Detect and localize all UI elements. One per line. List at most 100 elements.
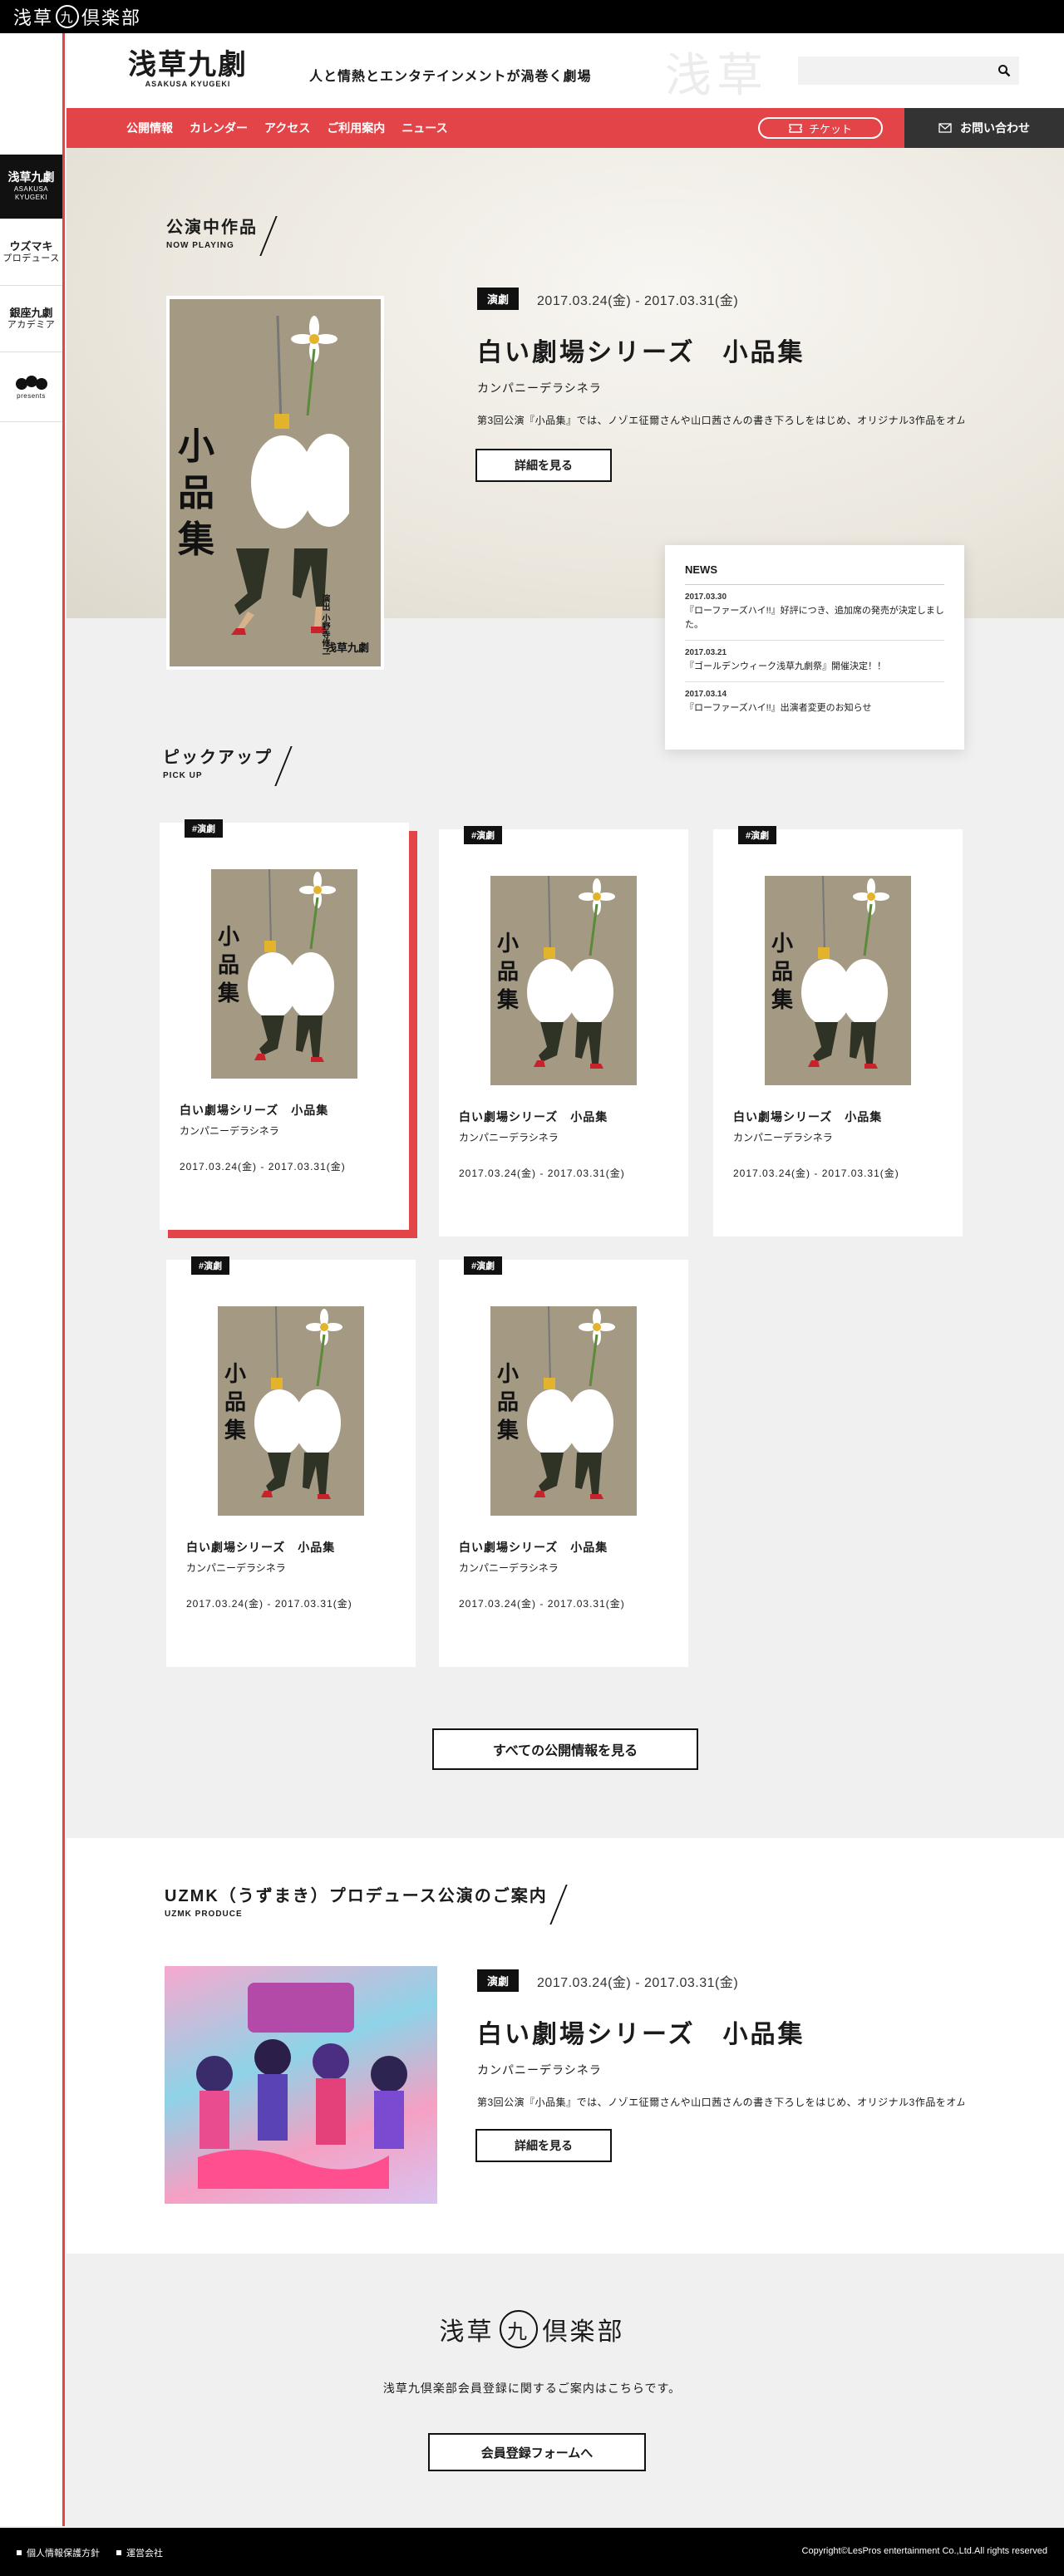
header-deco-text: 浅草 xyxy=(665,49,768,103)
rail-item-label: 浅草九劇 xyxy=(7,170,55,184)
poster-director: 演出 小野寺修二 xyxy=(320,593,329,655)
rail-item-sub: ASAKUSA KYUGEKI xyxy=(13,185,49,202)
uzmk-detail-button[interactable]: 詳細を見る xyxy=(475,2129,612,2162)
card-date: 2017.03.24(金) - 2017.03.31(金) xyxy=(186,1598,352,1610)
svg-text:小: 小 xyxy=(497,1362,519,1387)
svg-text:集: 集 xyxy=(496,1418,520,1443)
register-button[interactable]: 会員登録フォームへ xyxy=(428,2433,646,2471)
detail-button[interactable]: 詳細を見る xyxy=(475,449,612,482)
rail-item-uzumaki[interactable]: ウズマキ プロデュース xyxy=(0,219,62,286)
main-nav: 公開情報 カレンダー アクセス ご利用案内 ニュース チケット xyxy=(66,108,904,148)
rail-item-wonder[interactable]: presents xyxy=(0,352,62,422)
card-poster: 小品集 xyxy=(218,1306,364,1516)
poster-credit: 浅草九劇 xyxy=(325,642,369,655)
card-date: 2017.03.24(金) - 2017.03.31(金) xyxy=(459,1598,625,1610)
brand-logo[interactable]: 浅草九劇 ASAKUSA KYUGEKI xyxy=(128,50,248,88)
section-title-en: UZMK PRODUCE xyxy=(165,1910,243,1919)
pickup-card[interactable]: #演劇小品集白い劇場シリーズ 小品集 カンパニーデラシネラ 2017.03.24(金… xyxy=(439,1256,688,1667)
section-title-en: PICK UP xyxy=(163,771,203,780)
tagline: 人と情熱とエンタテインメントが渦巻く劇場 xyxy=(309,70,592,84)
news-text: 『ゴールデンウィーク浅草九劇祭』開催決定！！ xyxy=(685,661,886,671)
nav-item-calendar[interactable]: カレンダー xyxy=(190,120,248,136)
now-playing-poster[interactable]: 小品集 浅草九劇 演出 小野寺修二 xyxy=(166,296,384,670)
svg-text:小: 小 xyxy=(497,932,519,956)
card-date: 2017.03.24(金) - 2017.03.31(金) xyxy=(180,1161,346,1172)
section-title: 公演中作品 xyxy=(166,219,258,237)
search-box xyxy=(798,57,1019,85)
card-company: カンパニーデラシネラ xyxy=(180,1125,279,1137)
rail-item-sub: presents xyxy=(17,391,46,400)
site-header: 浅草九劇 ASAKUSA KYUGEKI 人と情熱とエンタテインメントが渦巻く劇… xyxy=(66,33,1064,108)
card-company: カンパニーデラシネラ xyxy=(733,1132,833,1143)
svg-text:集: 集 xyxy=(224,1418,247,1443)
news-item[interactable]: 2017.03.14 『ローファーズハイ!!』出演者変更のお知らせ xyxy=(685,682,944,723)
company-link[interactable]: 運営会社 xyxy=(116,2546,163,2559)
svg-text:小: 小 xyxy=(771,932,793,956)
card-tag: #演劇 xyxy=(464,826,503,844)
contact-button[interactable]: お問い合わせ xyxy=(904,108,1064,148)
card-tag: #演劇 xyxy=(738,826,777,844)
company-label: 運営会社 xyxy=(126,2549,163,2559)
show-title: 白い劇場シリーズ 小品集 xyxy=(477,339,805,366)
contact-label: お問い合わせ xyxy=(960,121,1030,135)
brand-name: 浅草九劇 xyxy=(128,48,248,81)
card-company: カンパニーデラシネラ xyxy=(459,1562,559,1574)
legs-art xyxy=(219,548,352,640)
svg-text:品: 品 xyxy=(224,1390,246,1415)
search-button[interactable] xyxy=(989,57,1019,85)
card-tag: #演劇 xyxy=(191,1256,230,1275)
svg-text:品: 品 xyxy=(218,953,239,978)
uzmk-poster-art xyxy=(196,1983,407,2189)
nav-item-news[interactable]: ニュース xyxy=(401,120,447,136)
top-bar: 浅草 九 倶楽部 xyxy=(0,0,1064,33)
rail-item-ginza[interactable]: 銀座九劇 アカデミア xyxy=(0,286,62,352)
daisy-art xyxy=(249,315,357,528)
now-playing-heading: 公演中作品 NOW PLAYING xyxy=(166,216,278,256)
rail-item-label: 銀座九劇 xyxy=(9,306,53,319)
uzmk-poster[interactable] xyxy=(165,1966,437,2204)
pickup-card[interactable]: #演劇小品集白い劇場シリーズ 小品集 カンパニーデラシネラ 2017.03.24(金… xyxy=(160,819,409,1230)
show-description: 第3回公演『小品集』では、ノゾエ征爾さんや山口茜さんの書き下ろしをはじめ、オリジ… xyxy=(477,415,964,426)
news-date: 2017.03.21 xyxy=(685,648,727,657)
show-date: 2017.03.24(金) - 2017.03.31(金) xyxy=(537,1975,739,1990)
news-item[interactable]: 2017.03.21 『ゴールデンウィーク浅草九劇祭』開催決定！！ xyxy=(685,641,944,682)
pickup-card[interactable]: #演劇小品集白い劇場シリーズ 小品集 カンパニーデラシネラ 2017.03.24(金… xyxy=(166,1256,416,1667)
news-heading: NEWS xyxy=(685,563,944,585)
search-input[interactable] xyxy=(798,57,981,85)
news-text: 『ローファーズハイ!!』出演者変更のお知らせ xyxy=(685,703,872,713)
card-tag: #演劇 xyxy=(464,1256,503,1275)
pickup-card[interactable]: #演劇小品集白い劇場シリーズ 小品集 カンパニーデラシネラ 2017.03.24(金… xyxy=(713,826,963,1236)
news-date: 2017.03.14 xyxy=(685,690,727,699)
nav-item-info[interactable]: 公開情報 xyxy=(126,120,173,136)
show-description: 第3回公演『小品集』では、ノゾエ征爾さんや山口茜さんの書き下ろしをはじめ、オリジ… xyxy=(477,2097,964,2108)
club-logo: 浅草 九 倶楽部 xyxy=(0,2310,1064,2348)
nav-item-guide[interactable]: ご利用案内 xyxy=(327,120,385,136)
ticket-button[interactable]: チケット xyxy=(758,117,883,139)
news-text: 『ローファーズハイ!!』好評につき、追加席の発売が決定しました。 xyxy=(685,606,944,630)
club-logo-right: 倶楽部 xyxy=(542,2318,625,2347)
ticket-label: チケット xyxy=(808,122,852,135)
card-title: 白い劇場シリーズ 小品集 xyxy=(459,1110,608,1123)
all-info-button[interactable]: すべての公開情報を見る xyxy=(432,1728,698,1770)
brand-name-en: ASAKUSA KYUGEKI xyxy=(145,80,231,88)
svg-text:集: 集 xyxy=(771,987,794,1013)
card-company: カンパニーデラシネラ xyxy=(459,1132,559,1143)
pickup-heading: ピックアップ PICK UP xyxy=(163,746,293,786)
card-date: 2017.03.24(金) - 2017.03.31(金) xyxy=(733,1168,899,1179)
pickup-card[interactable]: #演劇小品集白い劇場シリーズ 小品集 カンパニーデラシネラ 2017.03.24(金… xyxy=(439,826,688,1236)
ticket-icon xyxy=(789,124,802,133)
show-date: 2017.03.24(金) - 2017.03.31(金) xyxy=(537,293,739,308)
svg-text:集: 集 xyxy=(496,987,520,1013)
card-title: 白い劇場シリーズ 小品集 xyxy=(180,1104,329,1117)
svg-text:小: 小 xyxy=(224,1362,246,1387)
card-poster: 小品集 xyxy=(211,869,357,1079)
svg-text:品: 品 xyxy=(771,960,793,985)
rail-item-asakusa[interactable]: 浅草九劇 ASAKUSA KYUGEKI xyxy=(0,155,62,219)
club-logo-link[interactable]: 浅草 九 倶楽部 xyxy=(13,3,141,30)
nav-item-access[interactable]: アクセス xyxy=(264,120,310,136)
card-title: 白い劇場シリーズ 小品集 xyxy=(186,1541,336,1554)
club-logo-circle: 九 xyxy=(56,5,80,28)
privacy-link[interactable]: 個人情報保護方針 xyxy=(17,2546,100,2559)
card-poster: 小品集 xyxy=(765,876,911,1085)
news-item[interactable]: 2017.03.30 『ローファーズハイ!!』好評につき、追加席の発売が決定しま… xyxy=(685,585,944,641)
